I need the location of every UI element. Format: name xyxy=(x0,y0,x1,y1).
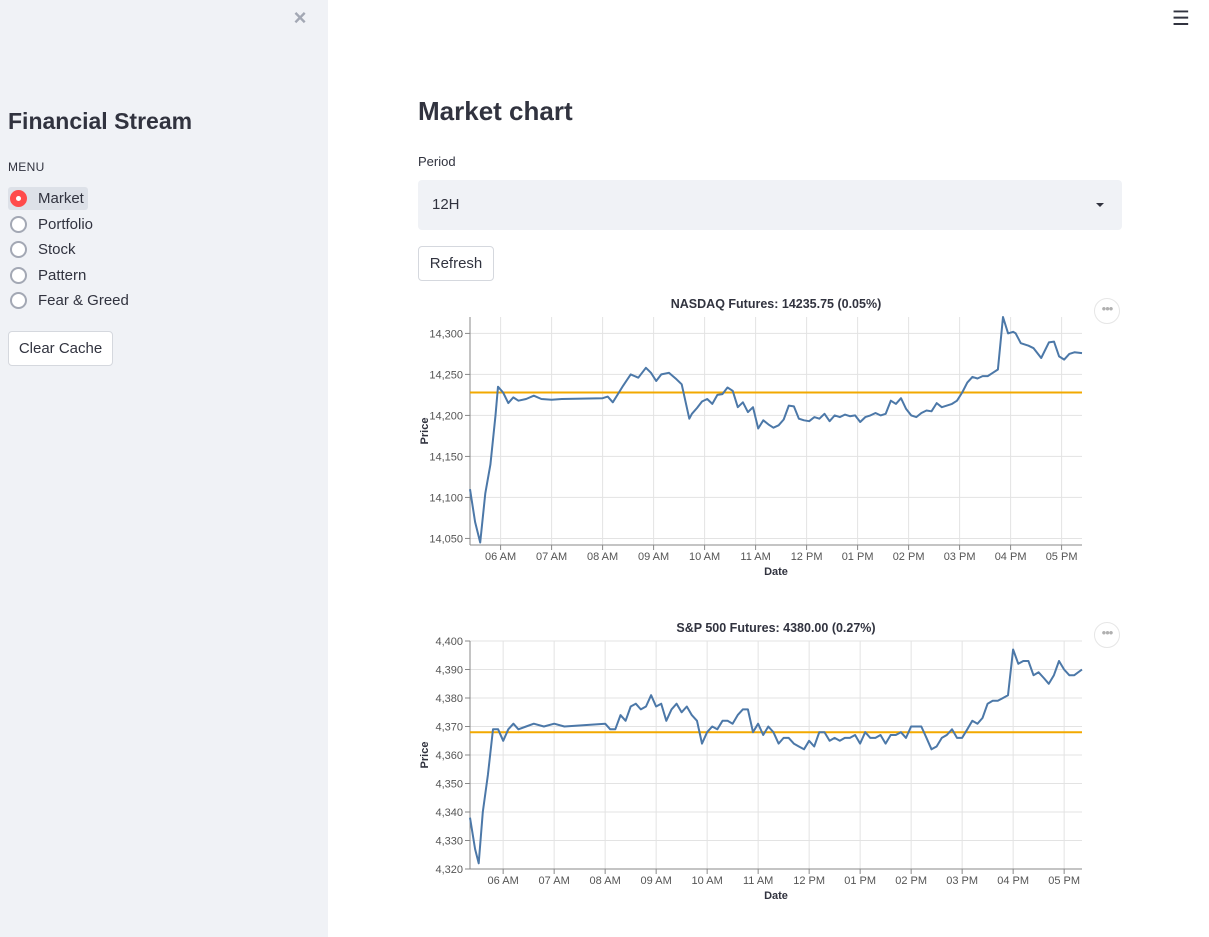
y-tick-label: 4,340 xyxy=(435,807,463,819)
refresh-button[interactable]: Refresh xyxy=(418,246,494,281)
radio-item-portfolio[interactable]: Portfolio xyxy=(8,212,129,238)
chart-title: NASDAQ Futures: 14235.75 (0.05%) xyxy=(671,297,882,311)
y-tick-label: 4,390 xyxy=(435,665,463,677)
y-tick-label: 14,300 xyxy=(429,328,463,340)
x-tick-label: 03 PM xyxy=(944,551,976,563)
x-tick-label: 07 AM xyxy=(536,551,567,563)
chart-more-actions-icon[interactable]: ••• xyxy=(1094,298,1120,324)
x-tick-label: 10 AM xyxy=(692,875,723,887)
menu-radio-group: Market Portfolio Stock Pattern Fear & Gr… xyxy=(8,186,129,314)
x-tick-label: 05 PM xyxy=(1046,551,1078,563)
x-tick-label: 06 AM xyxy=(485,551,516,563)
sidebar: × Financial Stream MENU Market Portfolio… xyxy=(0,0,328,937)
x-tick-label: 12 PM xyxy=(791,551,823,563)
radio-unselected-icon[interactable] xyxy=(10,266,27,284)
y-tick-label: 14,250 xyxy=(429,369,463,381)
x-tick-label: 12 PM xyxy=(793,875,825,887)
period-select[interactable]: 12H xyxy=(418,180,1122,230)
x-tick-label: 09 AM xyxy=(641,875,672,887)
y-tick-label: 14,050 xyxy=(429,533,463,545)
x-tick-label: 07 AM xyxy=(539,875,570,887)
period-selected-value: 12H xyxy=(432,196,460,213)
x-tick-label: 09 AM xyxy=(638,551,669,563)
page-title: Market chart xyxy=(418,96,573,126)
radio-label: Pattern xyxy=(38,266,87,284)
radio-unselected-icon[interactable] xyxy=(10,215,27,233)
radio-label: Market xyxy=(38,190,84,208)
close-sidebar-icon[interactable]: × xyxy=(290,7,310,29)
radio-item-pattern[interactable]: Pattern xyxy=(8,263,129,289)
x-tick-label: 11 AM xyxy=(743,875,773,887)
chart-title: S&P 500 Futures: 4380.00 (0.27%) xyxy=(676,621,875,635)
y-tick-label: 4,350 xyxy=(435,779,463,791)
y-tick-label: 4,360 xyxy=(435,750,463,762)
x-tick-label: 03 PM xyxy=(946,875,978,887)
radio-unselected-icon[interactable] xyxy=(10,292,27,310)
y-tick-label: 4,330 xyxy=(435,836,463,848)
menu-label: MENU xyxy=(8,160,45,174)
y-axis-title: Price xyxy=(419,418,431,445)
x-axis-title: Date xyxy=(764,566,788,578)
y-tick-label: 4,380 xyxy=(435,693,463,705)
y-tick-label: 14,150 xyxy=(429,451,463,463)
app-title: Financial Stream xyxy=(8,108,193,134)
x-tick-label: 10 AM xyxy=(689,551,720,563)
y-tick-label: 4,320 xyxy=(435,864,463,876)
radio-unselected-icon[interactable] xyxy=(10,241,27,259)
x-tick-label: 04 PM xyxy=(997,875,1029,887)
x-tick-label: 08 AM xyxy=(587,551,618,563)
x-tick-label: 02 PM xyxy=(895,875,927,887)
x-tick-label: 06 AM xyxy=(488,875,519,887)
chart-nasdaq-futures: NASDAQ Futures: 14235.75 (0.05%) 14,050 14… xyxy=(410,296,1130,596)
x-tick-label: 01 PM xyxy=(842,551,874,563)
y-tick-label: 14,100 xyxy=(429,492,463,504)
period-label: Period xyxy=(418,154,456,169)
x-tick-label: 02 PM xyxy=(893,551,925,563)
x-tick-label: 01 PM xyxy=(844,875,876,887)
y-axis-title: Price xyxy=(419,742,431,769)
x-tick-label: 11 AM xyxy=(740,551,770,563)
radio-item-fear-greed[interactable]: Fear & Greed xyxy=(8,288,129,314)
x-tick-label: 04 PM xyxy=(995,551,1027,563)
chart-nasdaq-svg: NASDAQ Futures: 14235.75 (0.05%) 14,050 14… xyxy=(419,297,1083,578)
chart-sp500-svg: S&P 500 Futures: 4380.00 (0.27%) 4,320 4,3… xyxy=(419,621,1083,902)
clear-cache-button[interactable]: Clear Cache xyxy=(8,331,113,366)
x-axis-title: Date xyxy=(764,890,788,902)
chart-sp500-futures: S&P 500 Futures: 4380.00 (0.27%) 4,320 4,3… xyxy=(410,620,1130,920)
radio-item-market[interactable]: Market xyxy=(8,186,129,212)
y-tick-label: 4,370 xyxy=(435,722,463,734)
chart-more-actions-icon[interactable]: ••• xyxy=(1094,622,1120,648)
x-tick-label: 08 AM xyxy=(590,875,621,887)
radio-label: Stock xyxy=(38,241,76,259)
chevron-down-icon xyxy=(1096,203,1104,207)
y-tick-label: 14,200 xyxy=(429,410,463,422)
series-line xyxy=(469,648,1083,865)
radio-label: Fear & Greed xyxy=(38,292,129,310)
radio-label: Portfolio xyxy=(38,215,94,233)
y-tick-label: 4,400 xyxy=(435,636,463,648)
series-line xyxy=(469,316,1083,544)
radio-item-stock[interactable]: Stock xyxy=(8,237,129,263)
hamburger-menu-icon[interactable]: ☰ xyxy=(1172,9,1190,29)
x-tick-label: 05 PM xyxy=(1048,875,1080,887)
